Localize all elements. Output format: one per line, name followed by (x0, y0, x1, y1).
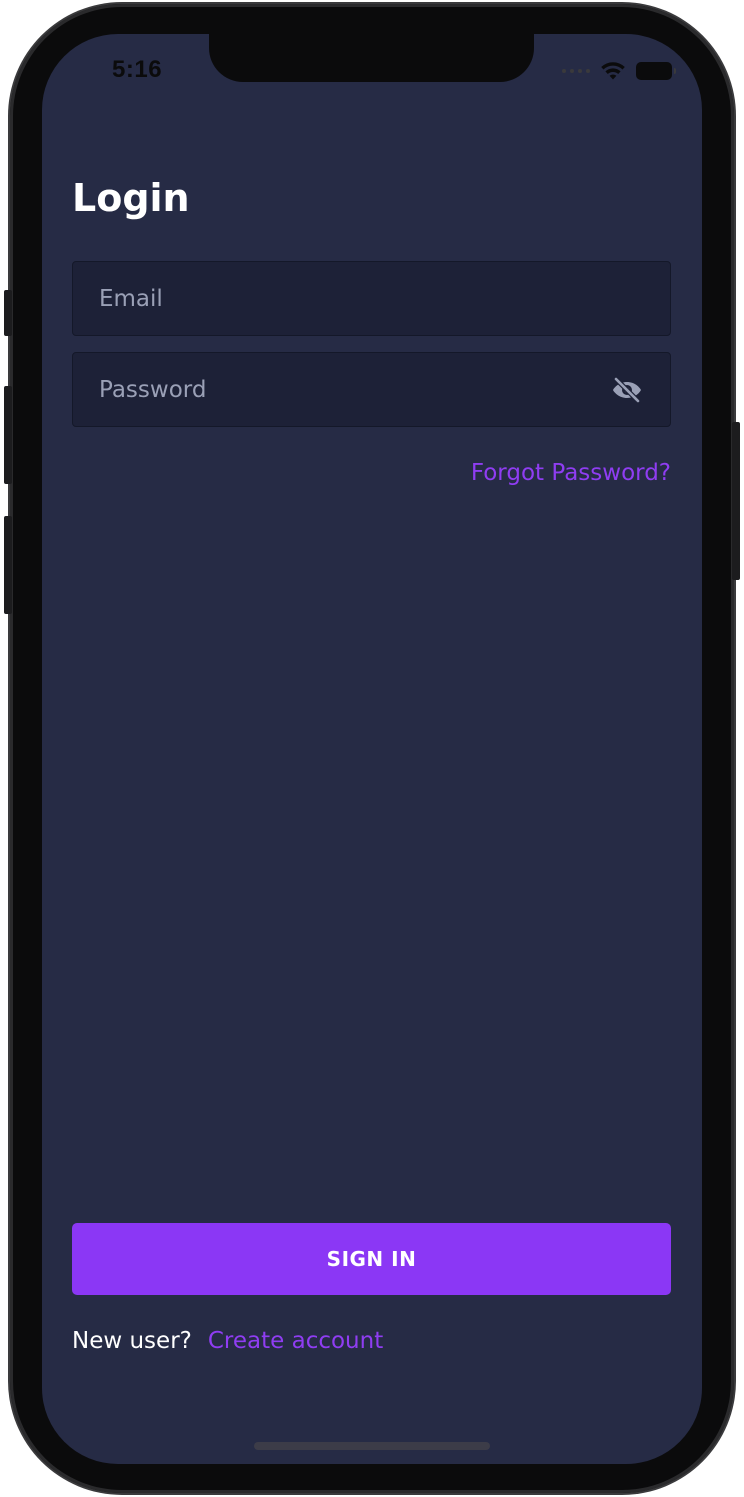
battery-icon (636, 62, 676, 80)
create-account-link[interactable]: Create account (208, 1328, 383, 1354)
camera-notch (209, 34, 534, 82)
app-screen: 5:16 Login Forgot Password? SIGN IN (42, 34, 702, 1464)
signal-icon (562, 69, 590, 73)
new-user-text: New user? (72, 1328, 192, 1354)
home-indicator[interactable] (254, 1442, 490, 1450)
wifi-icon (601, 62, 625, 80)
volume-up-button (4, 386, 12, 484)
email-field-container (72, 261, 671, 336)
status-icons (562, 59, 676, 83)
status-time: 5:16 (112, 56, 163, 83)
page-title: Login (72, 176, 190, 220)
password-field-container (72, 352, 671, 427)
forgot-password-link[interactable]: Forgot Password? (471, 460, 671, 486)
silent-switch (4, 290, 12, 336)
email-input[interactable] (99, 285, 644, 312)
signup-prompt: New user? Create account (72, 1328, 383, 1354)
power-button (732, 422, 740, 580)
eye-off-icon[interactable] (610, 373, 644, 407)
password-input[interactable] (99, 376, 610, 403)
sign-in-button[interactable]: SIGN IN (72, 1223, 671, 1295)
volume-down-button (4, 516, 12, 614)
